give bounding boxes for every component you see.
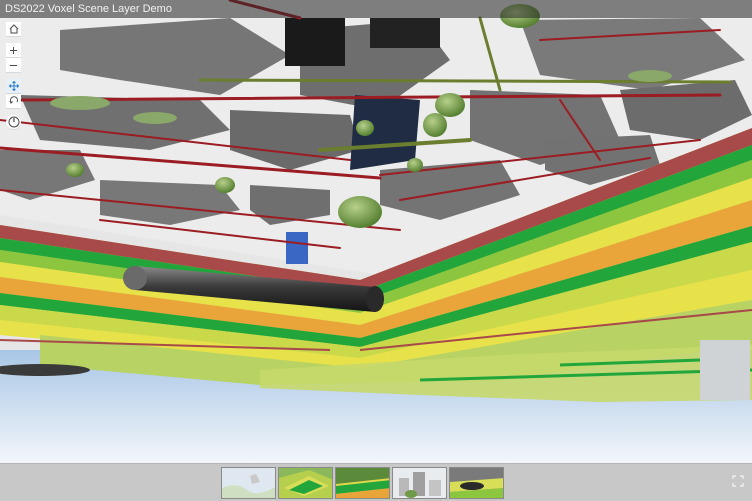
pan-button[interactable] bbox=[6, 79, 21, 94]
distant-building bbox=[700, 340, 750, 400]
rotate-icon bbox=[9, 96, 18, 104]
bookmark-buildings[interactable] bbox=[392, 467, 447, 499]
voxel-thumbnail bbox=[279, 468, 332, 498]
plus-icon bbox=[10, 46, 17, 54]
bookmark-voxel-closeup[interactable] bbox=[335, 467, 390, 499]
bookmark-bar bbox=[0, 463, 752, 501]
bookmark-thumbnails bbox=[221, 464, 504, 501]
scene-viewer-app: DS2022 Voxel Scene Layer Demo bbox=[0, 0, 752, 501]
compass-icon bbox=[8, 116, 19, 128]
navigation-toolbar bbox=[6, 22, 21, 130]
compass-button[interactable] bbox=[6, 115, 21, 130]
pan-icon bbox=[8, 81, 19, 91]
zoom-in-button[interactable] bbox=[6, 43, 21, 58]
bookmark-underground[interactable] bbox=[449, 467, 504, 499]
scene-view[interactable] bbox=[0, 0, 752, 463]
buildings-thumbnail bbox=[393, 468, 446, 498]
home-icon bbox=[9, 24, 18, 34]
underground-thumbnail bbox=[450, 468, 503, 498]
zoom-out-button[interactable] bbox=[6, 58, 21, 73]
fullscreen-icon bbox=[732, 475, 744, 487]
app-title: DS2022 Voxel Scene Layer Demo bbox=[0, 0, 752, 18]
bookmark-overview[interactable] bbox=[221, 467, 276, 499]
fullscreen-button[interactable] bbox=[730, 473, 746, 489]
bookmark-voxel-aerial[interactable] bbox=[278, 467, 333, 499]
voxel-thumbnail bbox=[336, 468, 389, 498]
home-button[interactable] bbox=[6, 22, 21, 37]
rotate-button[interactable] bbox=[6, 94, 21, 109]
minus-icon bbox=[10, 64, 17, 66]
map-thumbnail bbox=[222, 468, 275, 498]
